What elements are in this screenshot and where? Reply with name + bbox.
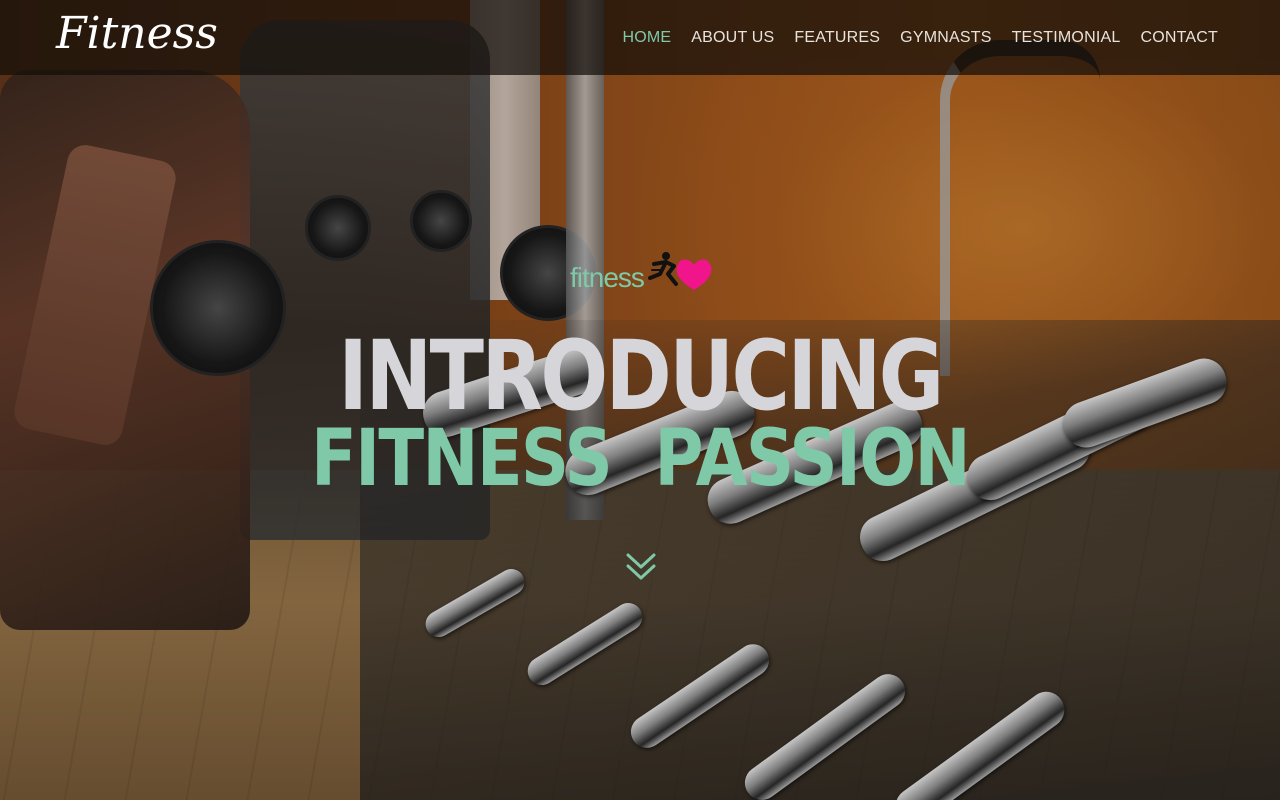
nav-link-gymnasts[interactable]: GYMNASTS [900,29,991,46]
hero-title-line2: FITNESS PASSION [311,414,971,504]
nav-item-contact: CONTACT [1140,27,1218,47]
nav-link-contact[interactable]: CONTACT [1140,29,1218,46]
nav-item-about-us: ABOUT US [691,27,774,47]
nav-item-features: FEATURES [794,27,880,47]
nav-link-home[interactable]: HOME [622,29,671,46]
nav-link-about-us[interactable]: ABOUT US [691,29,774,46]
nav-link-features[interactable]: FEATURES [794,29,880,46]
hero-title-line1: INTRODUCING [338,320,944,432]
nav-link-testimonial[interactable]: TESTIMONIAL [1012,29,1121,46]
main-nav: HOME ABOUT US FEATURES GYMNASTS TESTIMON… [622,27,1218,47]
site-logo[interactable]: Fitness [56,8,218,59]
double-chevron-down-icon [626,553,656,580]
nav-item-testimonial: TESTIMONIAL [1012,27,1121,47]
running-heart-icon [648,252,712,290]
page: Fitness HOME ABOUT US FEATURES GYMNASTS … [0,0,1280,800]
nav-item-home: HOME [622,27,671,47]
hero-brand-text: fitness [570,262,645,293]
site-header: Fitness HOME ABOUT US FEATURES GYMNASTS … [0,0,1280,75]
scroll-down-button[interactable] [624,550,658,584]
nav-item-gymnasts: GYMNASTS [900,27,991,47]
hero-brand-logo: fitness [570,250,720,300]
